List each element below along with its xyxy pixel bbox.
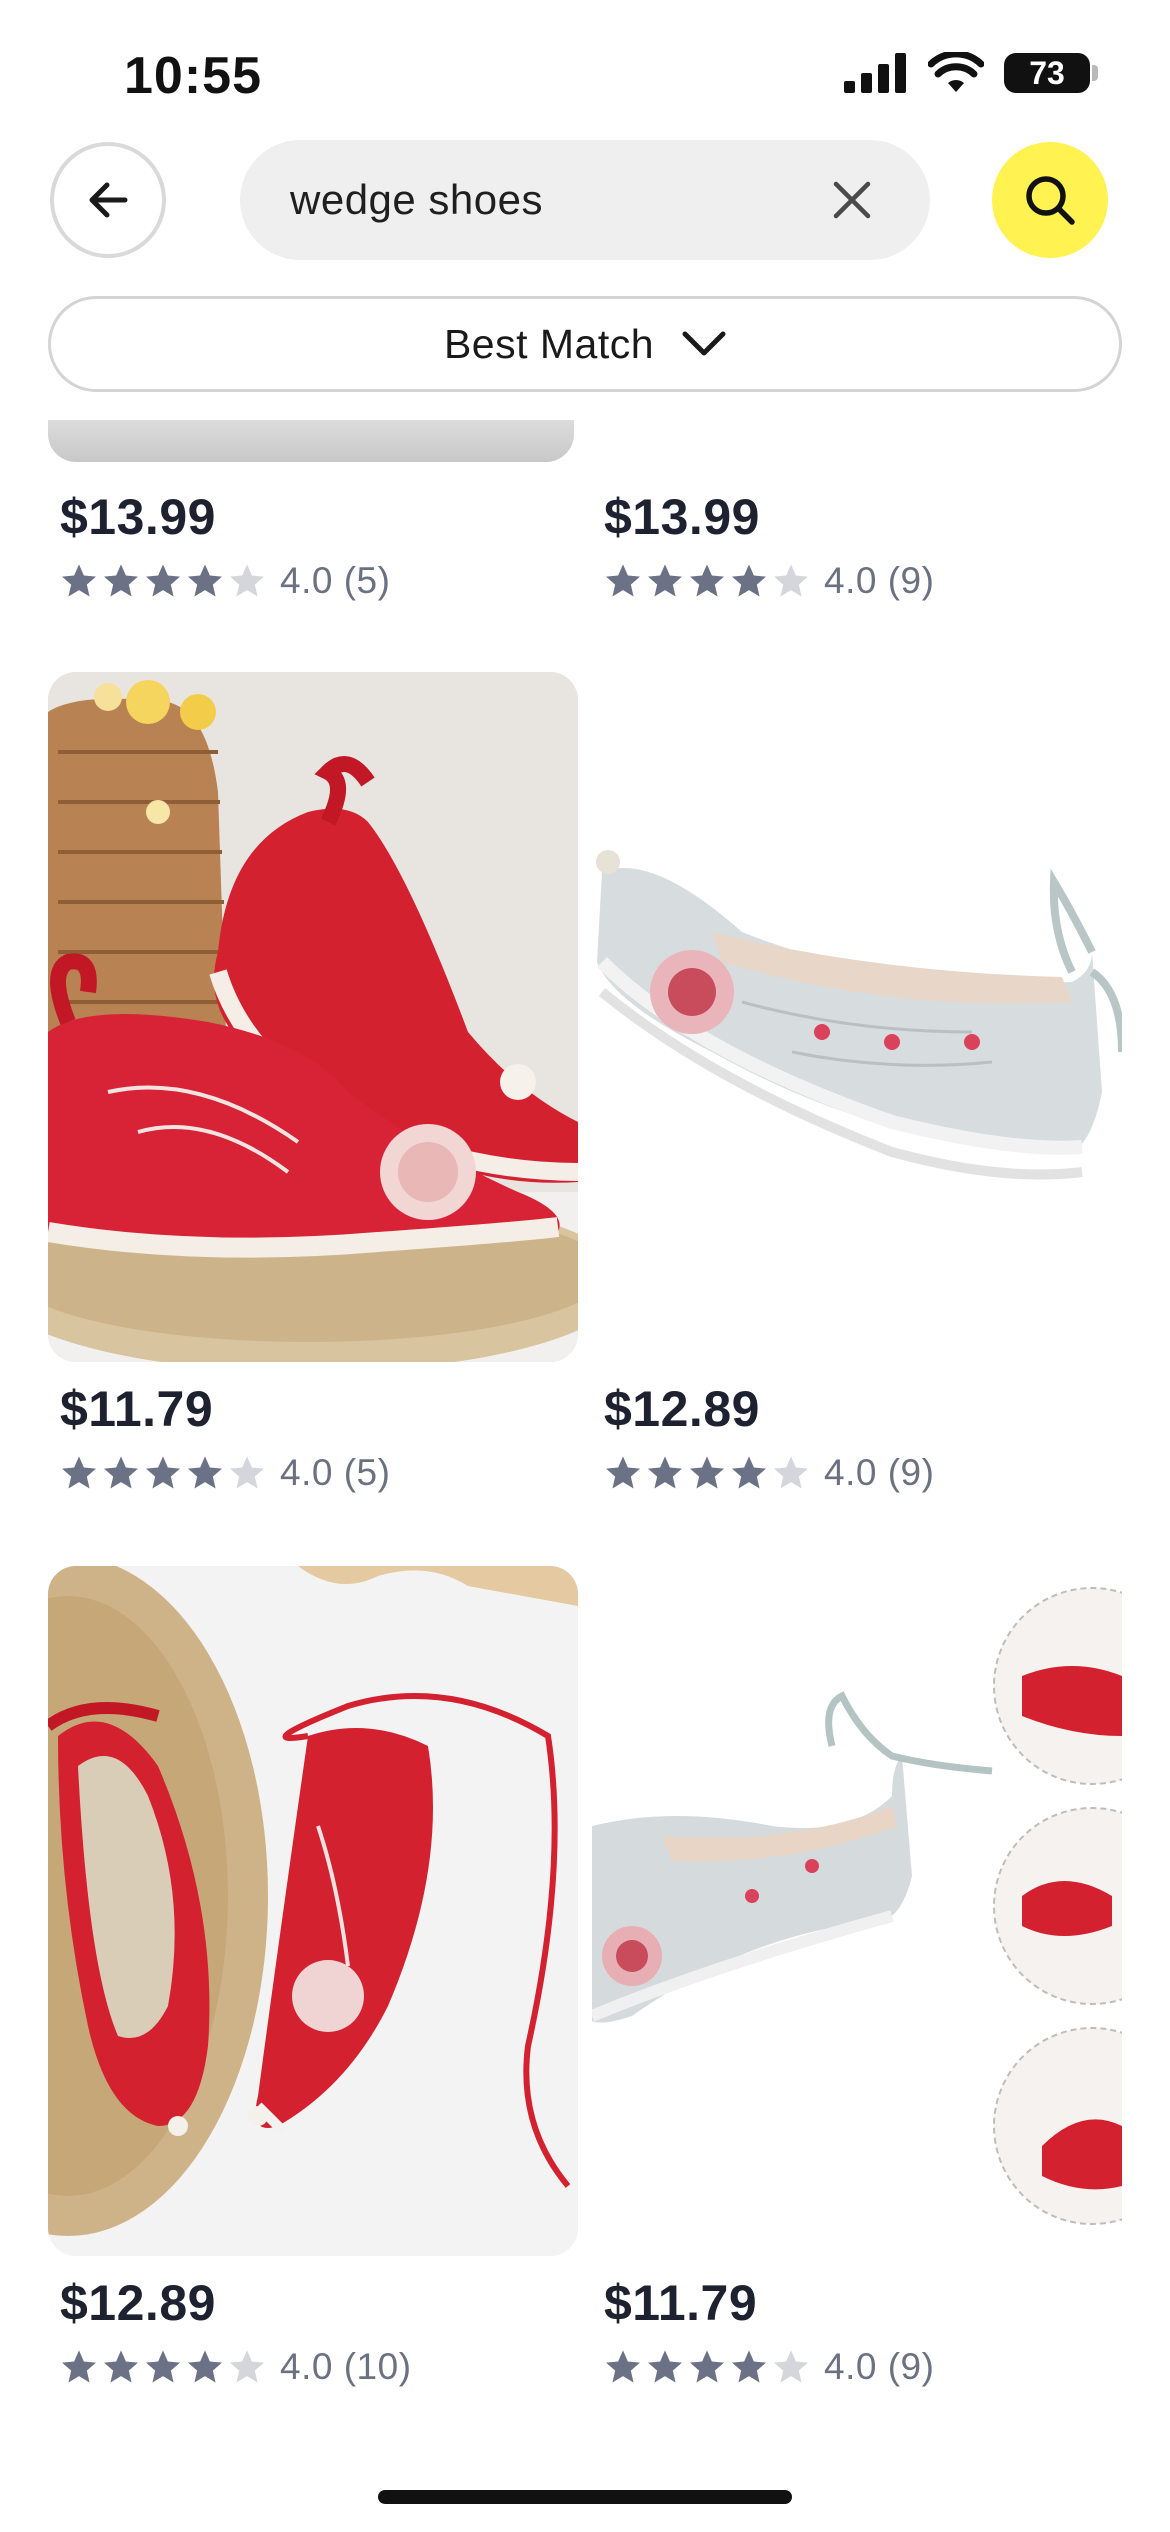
rating-stars bbox=[604, 562, 810, 600]
product-image[interactable] bbox=[48, 1566, 578, 2256]
home-indicator[interactable] bbox=[378, 2490, 792, 2504]
rating-text: 4.0 (9) bbox=[824, 1452, 935, 1493]
product-rating: 4.0 (5) bbox=[60, 1452, 390, 1494]
product-image[interactable] bbox=[48, 420, 574, 462]
star-icon bbox=[230, 1456, 264, 1489]
wifi-icon bbox=[928, 52, 984, 92]
cellular-signal-icon bbox=[844, 53, 906, 93]
clear-search-button[interactable] bbox=[826, 174, 878, 226]
product-rating: 4.0 (5) bbox=[60, 560, 390, 602]
star-icon bbox=[104, 564, 138, 597]
product-price[interactable]: $11.79 bbox=[604, 2274, 757, 2332]
product-image[interactable] bbox=[48, 672, 578, 1362]
status-icons: 73 bbox=[844, 52, 1098, 94]
search-button[interactable] bbox=[992, 142, 1108, 258]
product-photo-red-embroidered-shoes bbox=[48, 672, 578, 1362]
star-icon bbox=[690, 2350, 724, 2383]
chevron-down-icon bbox=[682, 331, 726, 356]
product-image[interactable] bbox=[592, 1566, 1122, 2256]
rating-stars bbox=[604, 1454, 810, 1492]
star-icon bbox=[146, 564, 180, 597]
star-icon bbox=[648, 2350, 682, 2383]
status-time: 10:55 bbox=[124, 47, 262, 105]
product-rating: 4.0 (9) bbox=[604, 2346, 934, 2388]
product-price[interactable]: $12.89 bbox=[604, 1380, 760, 1438]
star-icon bbox=[690, 1456, 724, 1489]
close-icon bbox=[833, 181, 871, 219]
sort-dropdown[interactable]: Best Match bbox=[48, 296, 1122, 392]
product-price[interactable]: $13.99 bbox=[60, 488, 216, 546]
rating-text: 4.0 (9) bbox=[824, 560, 935, 601]
product-price[interactable]: $13.99 bbox=[604, 488, 760, 546]
search-input[interactable]: wedge shoes bbox=[240, 140, 930, 260]
star-icon bbox=[732, 1456, 766, 1489]
screen: 10:55 73 wedge shoes Best Match $13.99 4… bbox=[0, 0, 1170, 2532]
search-icon bbox=[1026, 176, 1075, 225]
star-icon bbox=[606, 2350, 640, 2383]
star-icon bbox=[188, 1456, 222, 1489]
rating-text: 4.0 (10) bbox=[280, 2346, 412, 2387]
rating-text: 4.0 (9) bbox=[824, 2346, 935, 2387]
star-icon bbox=[230, 564, 264, 597]
star-icon bbox=[606, 564, 640, 597]
product-rating: 4.0 (9) bbox=[604, 1452, 934, 1494]
star-icon bbox=[732, 2350, 766, 2383]
product-photo-red-lace-up-shoes bbox=[48, 1566, 578, 2256]
star-icon bbox=[62, 564, 96, 597]
rating-text: 4.0 (5) bbox=[280, 1452, 391, 1493]
search-query: wedge shoes bbox=[290, 176, 544, 223]
star-icon bbox=[774, 564, 808, 597]
rating-stars bbox=[60, 1454, 266, 1492]
rating-stars bbox=[60, 562, 266, 600]
star-icon bbox=[188, 2350, 222, 2383]
star-icon bbox=[690, 564, 724, 597]
product-image[interactable] bbox=[592, 672, 1122, 1362]
star-icon bbox=[648, 564, 682, 597]
star-icon bbox=[606, 1456, 640, 1489]
rating-text: 4.0 (5) bbox=[280, 560, 391, 601]
star-icon bbox=[104, 2350, 138, 2383]
star-icon bbox=[146, 2350, 180, 2383]
product-price[interactable]: $11.79 bbox=[60, 1380, 213, 1438]
product-photo-grey-embroidered-shoe bbox=[592, 672, 1122, 1362]
star-icon bbox=[104, 1456, 138, 1489]
product-photo-grey-shoe-with-detail-circles bbox=[592, 1566, 1122, 2256]
product-price[interactable]: $12.89 bbox=[60, 2274, 216, 2332]
battery-percentage: 73 bbox=[1029, 54, 1065, 91]
rating-stars bbox=[604, 2348, 810, 2386]
star-icon bbox=[62, 1456, 96, 1489]
battery-icon: 73 bbox=[1004, 53, 1098, 93]
star-icon bbox=[774, 2350, 808, 2383]
product-rating: 4.0 (9) bbox=[604, 560, 934, 602]
product-rating: 4.0 (10) bbox=[60, 2346, 412, 2388]
star-icon bbox=[230, 2350, 264, 2383]
star-icon bbox=[188, 564, 222, 597]
star-icon bbox=[732, 564, 766, 597]
star-icon bbox=[62, 2350, 96, 2383]
back-button[interactable] bbox=[50, 142, 166, 258]
star-icon bbox=[648, 1456, 682, 1489]
arrow-left-icon bbox=[89, 182, 128, 218]
sort-label: Best Match bbox=[443, 320, 655, 367]
star-icon bbox=[774, 1456, 808, 1489]
star-icon bbox=[146, 1456, 180, 1489]
rating-stars bbox=[60, 2348, 266, 2386]
